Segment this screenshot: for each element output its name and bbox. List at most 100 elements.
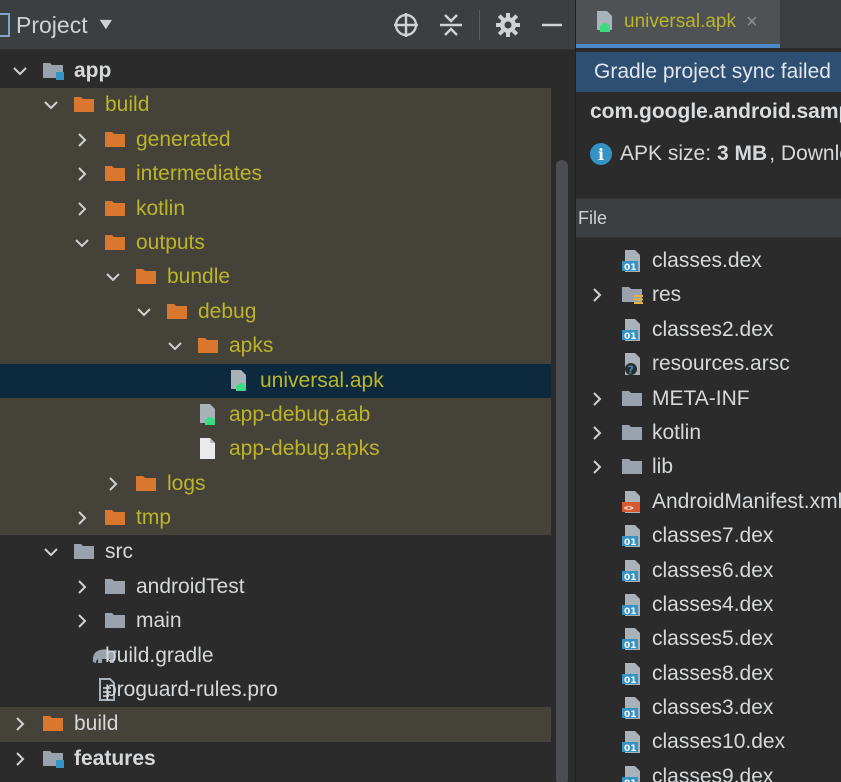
file-row-classes6-dex[interactable]: 01 classes6.dex xyxy=(576,554,841,588)
chevron-right-icon[interactable] xyxy=(105,476,121,492)
file-row-lib[interactable]: lib xyxy=(576,450,841,484)
chevron-down-icon[interactable] xyxy=(43,97,59,113)
chevron-right-icon[interactable] xyxy=(589,391,605,407)
apk-file-list: 01 classes.dex res 01 classes2.dex? resources… xyxy=(576,244,841,782)
file-row-classes2-dex[interactable]: 01 classes2.dex xyxy=(576,313,841,347)
project-tree: app build generated intermediates kotlin outp… xyxy=(0,54,551,776)
orange-folder-icon xyxy=(166,300,188,322)
file-name: classes6.dex xyxy=(652,558,774,582)
tree-item-logs[interactable]: logs xyxy=(0,466,551,502)
file-row-resources-arsc[interactable]: ? resources.arsc xyxy=(576,347,841,381)
tree-item-apks[interactable]: apks xyxy=(0,329,551,364)
svg-text:01: 01 xyxy=(624,744,637,754)
editor-tab-bar: universal.apk × xyxy=(576,0,841,48)
project-view-title: Project xyxy=(16,11,88,38)
grey-folder-icon xyxy=(104,609,126,631)
chevron-right-icon[interactable] xyxy=(12,716,28,732)
apk-file-icon xyxy=(197,403,219,425)
resource-folder-icon xyxy=(621,283,645,307)
tree-item-proguard-rules-pro[interactable]: proguard-rules.pro xyxy=(0,673,551,707)
tree-item-build-gradle[interactable]: build.gradle xyxy=(0,639,551,673)
tree-item-src[interactable]: src xyxy=(0,535,551,569)
tree-item-app-debug-apks[interactable]: app-debug.apks xyxy=(0,432,551,467)
tree-item-generated[interactable]: generated xyxy=(0,122,551,158)
apk-size-value: 3 MB xyxy=(717,142,768,165)
tree-item-outputs[interactable]: outputs xyxy=(0,225,551,261)
file-name: kotlin xyxy=(652,420,702,444)
file-row-classes-dex[interactable]: 01 classes.dex xyxy=(576,244,841,278)
file-column-header[interactable]: File xyxy=(576,198,841,238)
chevron-right-icon[interactable] xyxy=(74,132,90,148)
file-row-androidmanifest-xml[interactable]: <> AndroidManifest.xml xyxy=(576,485,841,519)
tab-universal-apk[interactable]: universal.apk × xyxy=(576,0,780,48)
svg-text:01: 01 xyxy=(624,263,637,273)
sync-banner-text: Gradle project sync failed xyxy=(594,60,831,83)
chevron-right-icon[interactable] xyxy=(589,459,605,475)
dex-file-icon: 01 xyxy=(621,696,645,720)
tree-item-label: build xyxy=(105,93,150,117)
tree-item-build[interactable]: build xyxy=(0,88,551,123)
chevron-down-icon[interactable] xyxy=(43,544,59,560)
file-row-classes9-dex[interactable]: 01 classes9.dex xyxy=(576,760,841,782)
grey-folder-icon xyxy=(104,575,126,597)
apk-file-icon xyxy=(228,369,250,391)
svg-text:01: 01 xyxy=(624,332,637,342)
project-view-selector[interactable]: Project ▼ xyxy=(0,8,116,42)
file-row-classes8-dex[interactable]: 01 classes8.dex xyxy=(576,657,841,691)
chevron-down-icon[interactable] xyxy=(12,63,28,79)
tree-item-main[interactable]: main xyxy=(0,604,551,638)
tree-item-kotlin[interactable]: kotlin xyxy=(0,191,551,226)
crosshair-icon[interactable] xyxy=(391,10,421,40)
chevron-right-icon[interactable] xyxy=(589,425,605,441)
tree-item-build[interactable]: build xyxy=(0,707,551,742)
chevron-right-icon[interactable] xyxy=(589,287,605,303)
file-name: classes7.dex xyxy=(652,524,774,548)
unknown-file-icon: ? xyxy=(621,352,645,377)
tree-item-universal-apk[interactable]: universal.apk xyxy=(0,363,551,398)
chevron-down-icon[interactable] xyxy=(167,338,183,354)
file-name: classes4.dex xyxy=(652,592,774,616)
tree-item-label: features xyxy=(74,746,156,770)
minimize-icon[interactable] xyxy=(537,10,567,40)
chevron-right-icon[interactable] xyxy=(74,201,90,217)
file-row-kotlin[interactable]: kotlin xyxy=(576,416,841,450)
tool-window-icon xyxy=(0,13,10,37)
chevron-right-icon[interactable] xyxy=(74,579,90,595)
file-row-meta-inf[interactable]: META-INF xyxy=(576,382,841,416)
chevron-down-icon[interactable] xyxy=(105,269,121,285)
tree-item-app[interactable]: app xyxy=(0,54,551,88)
grey-folder-icon xyxy=(621,455,645,479)
tree-item-app-debug-aab[interactable]: app-debug.aab xyxy=(0,397,551,433)
tree-scrollbar[interactable] xyxy=(556,160,568,782)
tree-item-label: bundle xyxy=(167,265,231,289)
tree-item-tmp[interactable]: tmp xyxy=(0,501,551,536)
tree-item-label: src xyxy=(105,540,133,564)
file-name: classes8.dex xyxy=(652,661,774,685)
gear-icon[interactable] xyxy=(493,10,523,40)
file-row-classes10-dex[interactable]: 01 classes10.dex xyxy=(576,725,841,759)
file-row-classes3-dex[interactable]: 01 classes3.dex xyxy=(576,691,841,725)
file-name: classes9.dex xyxy=(652,764,774,782)
chevron-down-icon[interactable] xyxy=(74,235,90,251)
file-row-classes4-dex[interactable]: 01 classes4.dex xyxy=(576,588,841,622)
tree-item-label: main xyxy=(136,609,182,633)
tree-item-androidtest[interactable]: androidTest xyxy=(0,570,551,604)
tree-item-intermediates[interactable]: intermediates xyxy=(0,157,551,192)
chevron-down-icon[interactable] xyxy=(136,304,152,320)
orange-folder-icon xyxy=(135,265,157,287)
tree-item-features[interactable]: features xyxy=(0,742,551,776)
file-row-classes5-dex[interactable]: 01 classes5.dex xyxy=(576,622,841,656)
dex-file-icon: 01 xyxy=(621,318,645,342)
svg-text:01: 01 xyxy=(624,641,637,651)
tree-item-bundle[interactable]: bundle xyxy=(0,260,551,295)
file-row-classes7-dex[interactable]: 01 classes7.dex xyxy=(576,519,841,553)
close-icon[interactable]: × xyxy=(746,11,758,34)
tree-item-debug[interactable]: debug xyxy=(0,294,551,330)
collapse-all-icon[interactable] xyxy=(436,10,466,40)
chevron-right-icon[interactable] xyxy=(74,613,90,629)
chevron-right-icon[interactable] xyxy=(74,166,90,182)
chevron-right-icon[interactable] xyxy=(74,510,90,526)
file-row-res[interactable]: res xyxy=(576,278,841,312)
tree-item-label: app-debug.aab xyxy=(229,402,371,426)
chevron-right-icon[interactable] xyxy=(12,751,28,767)
